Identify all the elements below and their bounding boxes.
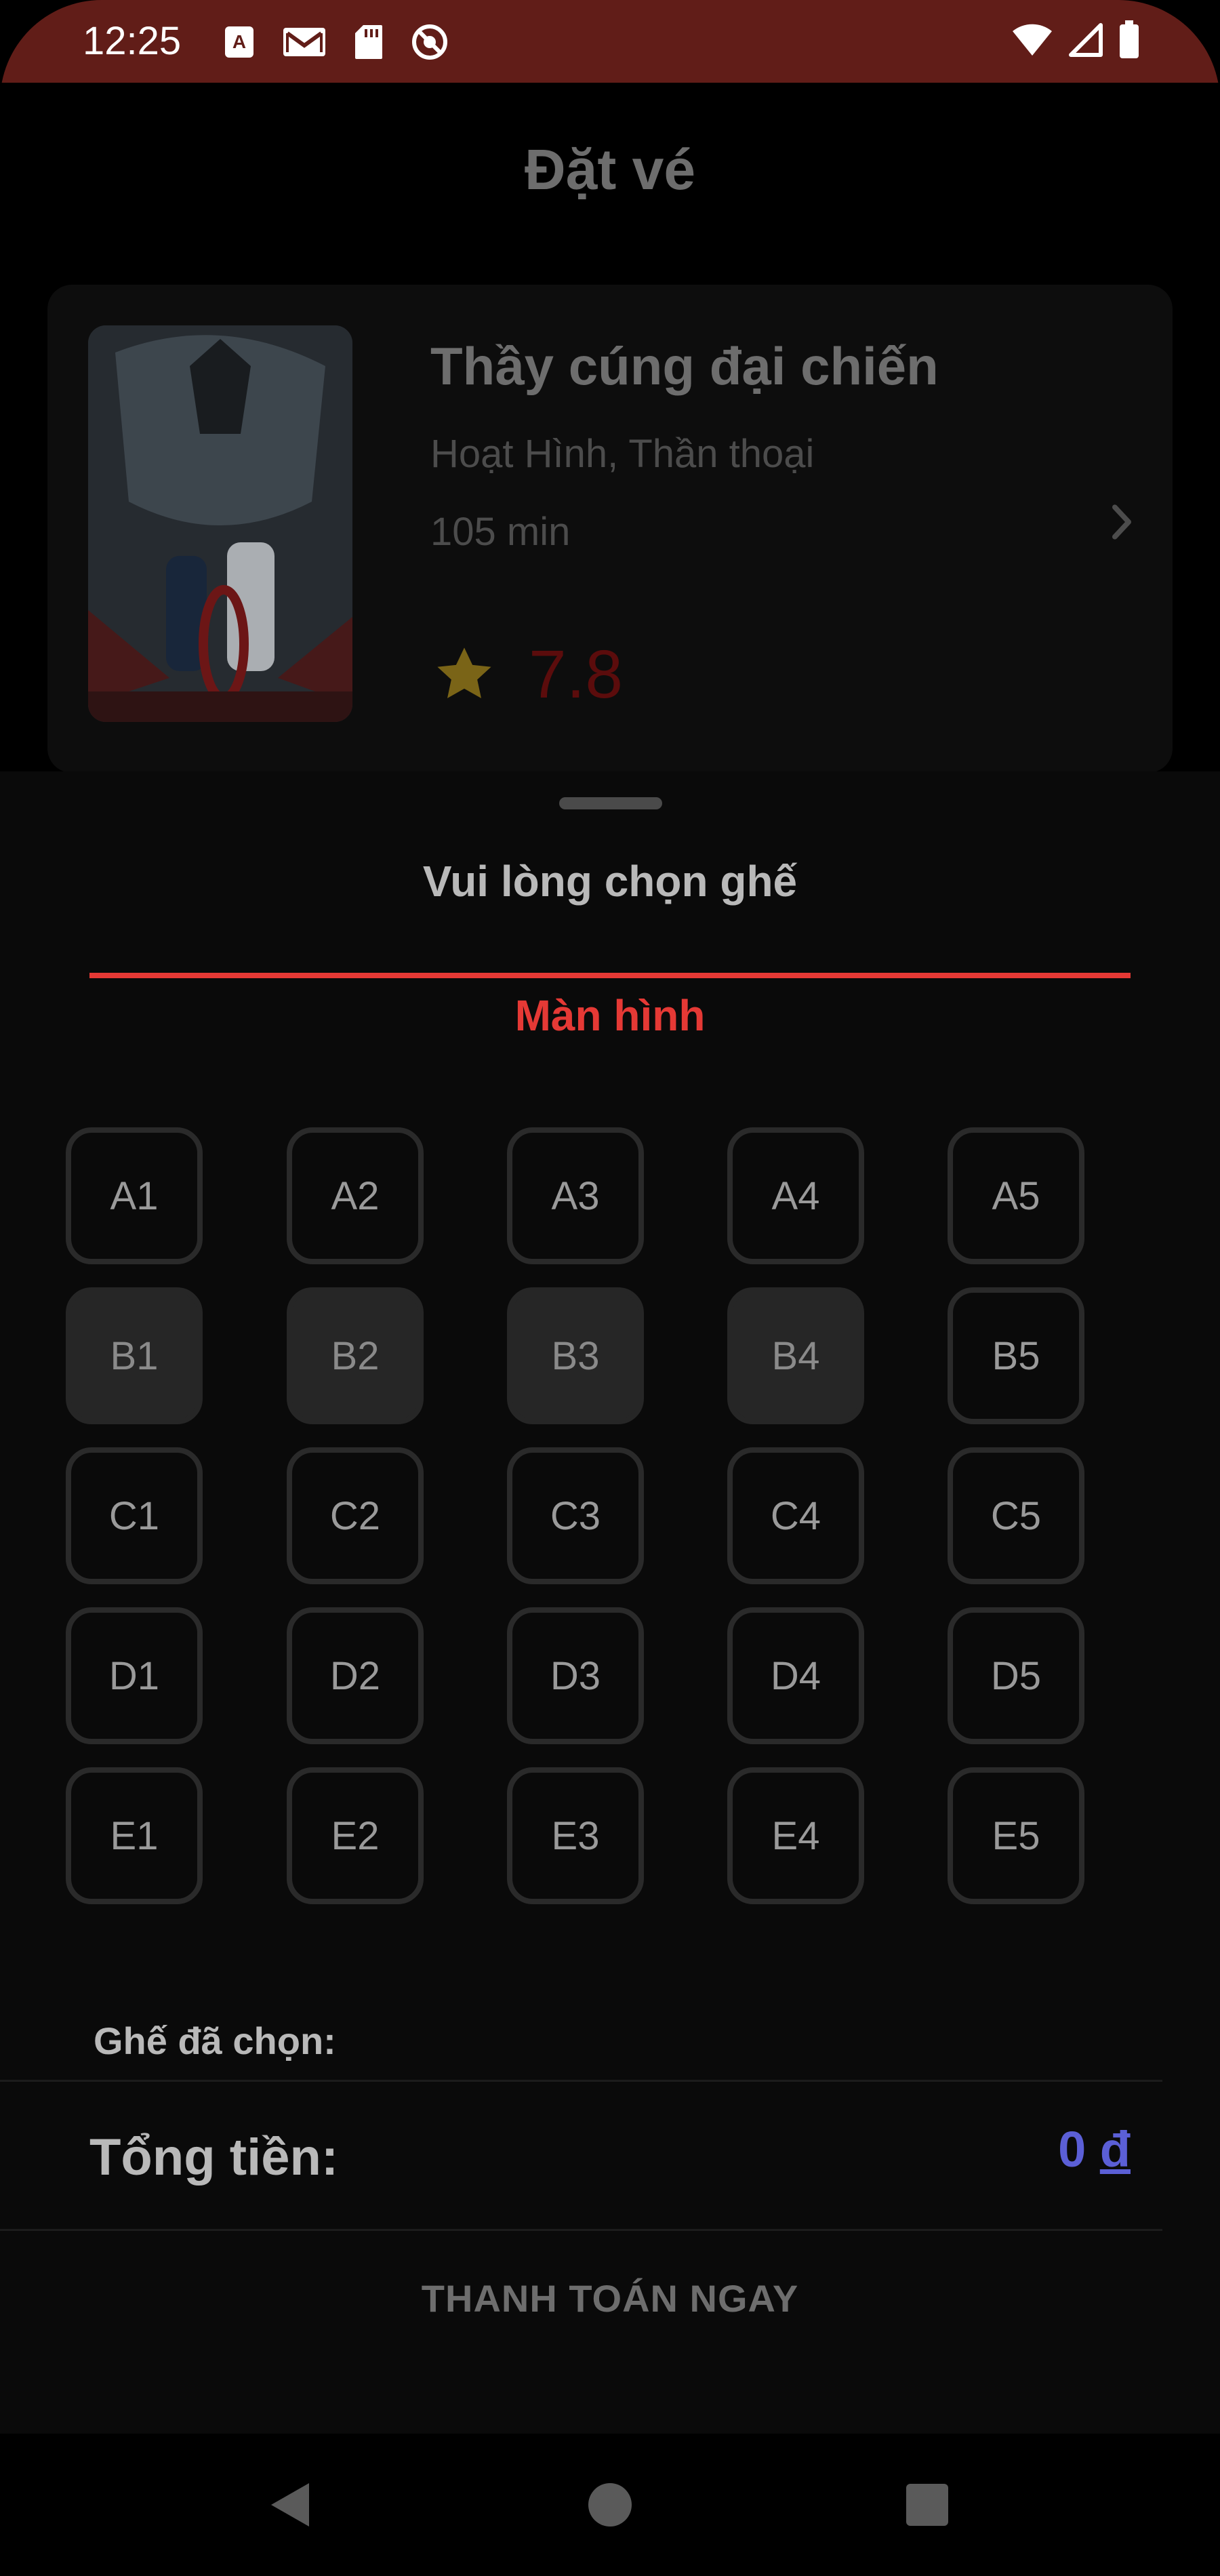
seat-b1: B1	[66, 1287, 203, 1424]
pay-now-button[interactable]: THANH TOÁN NGAY	[0, 2244, 1220, 2352]
total-currency: đ	[1099, 2121, 1131, 2177]
total-label: Tổng tiền:	[89, 2129, 339, 2186]
movie-genres: Hoạt Hình, Thần thoại	[430, 432, 815, 476]
divider	[0, 2080, 1162, 2082]
seat-b5[interactable]: B5	[948, 1287, 1084, 1424]
seat-c2[interactable]: C2	[287, 1447, 424, 1584]
seat-c5[interactable]: C5	[948, 1447, 1084, 1584]
signal-icon	[1068, 22, 1103, 58]
star-icon	[430, 641, 498, 708]
recents-icon[interactable]	[893, 2471, 961, 2539]
navigation-bar	[0, 2434, 1220, 2576]
page-title: Đặt vé	[524, 138, 696, 201]
divider	[0, 2229, 1162, 2231]
phone-screen: 12:25 A Đặt vé Thầy cúng đại chiến Hoạt …	[0, 0, 1220, 2576]
svg-text:A: A	[232, 31, 246, 52]
chevron-right-icon[interactable]	[1098, 498, 1145, 546]
seat-b3: B3	[507, 1287, 644, 1424]
screen-indicator-line	[89, 973, 1131, 978]
notification-icons: A	[224, 23, 449, 61]
movie-duration: 105 min	[430, 510, 571, 554]
movie-rating: 7.8	[529, 637, 624, 712]
battery-icon	[1118, 20, 1140, 60]
screen-label: Màn hình	[514, 991, 706, 1040]
movie-card[interactable]: Thầy cúng đại chiến Hoạt Hình, Thần thoạ…	[47, 285, 1173, 773]
movie-title: Thầy cúng đại chiến	[430, 336, 939, 396]
seat-e5[interactable]: E5	[948, 1767, 1084, 1904]
selected-seats-label: Ghế đã chọn:	[94, 2019, 336, 2062]
seat-d2[interactable]: D2	[287, 1607, 424, 1744]
no-disturb-icon	[411, 23, 449, 61]
status-bar: 12:25 A	[0, 0, 1220, 83]
seat-a4[interactable]: A4	[727, 1127, 864, 1264]
sd-card-icon	[354, 24, 384, 60]
drag-handle[interactable]	[559, 797, 662, 809]
total-amount: 0 đ	[1058, 2119, 1131, 2180]
seat-b2: B2	[287, 1287, 424, 1424]
seat-d3[interactable]: D3	[507, 1607, 644, 1744]
back-icon[interactable]	[256, 2471, 324, 2539]
seat-a2[interactable]: A2	[287, 1127, 424, 1264]
seat-selection-sheet: Vui lòng chọn ghế Màn hình A1 A2 A3 A4 A5 B1 B…	[0, 771, 1220, 2440]
seat-e1[interactable]: E1	[66, 1767, 203, 1904]
seat-c1[interactable]: C1	[66, 1447, 203, 1584]
seat-a1[interactable]: A1	[66, 1127, 203, 1264]
gmail-icon	[282, 25, 327, 59]
seat-a3[interactable]: A3	[507, 1127, 644, 1264]
total-amount-value: 0	[1058, 2121, 1086, 2177]
seat-c3[interactable]: C3	[507, 1447, 644, 1584]
wifi-icon	[1011, 23, 1053, 57]
text-a-icon: A	[224, 25, 255, 59]
seat-e2[interactable]: E2	[287, 1767, 424, 1904]
seat-d1[interactable]: D1	[66, 1607, 203, 1744]
seat-d4[interactable]: D4	[727, 1607, 864, 1744]
seat-b4: B4	[727, 1287, 864, 1424]
sheet-title: Vui lòng chọn ghế	[422, 857, 798, 906]
seat-e4[interactable]: E4	[727, 1767, 864, 1904]
system-icons	[1011, 20, 1140, 60]
seat-d5[interactable]: D5	[948, 1607, 1084, 1744]
seat-e3[interactable]: E3	[507, 1767, 644, 1904]
movie-poster-image	[88, 325, 352, 722]
seat-a5[interactable]: A5	[948, 1127, 1084, 1264]
home-icon[interactable]	[576, 2471, 644, 2539]
seat-c4[interactable]: C4	[727, 1447, 864, 1584]
status-time: 12:25	[83, 19, 182, 63]
